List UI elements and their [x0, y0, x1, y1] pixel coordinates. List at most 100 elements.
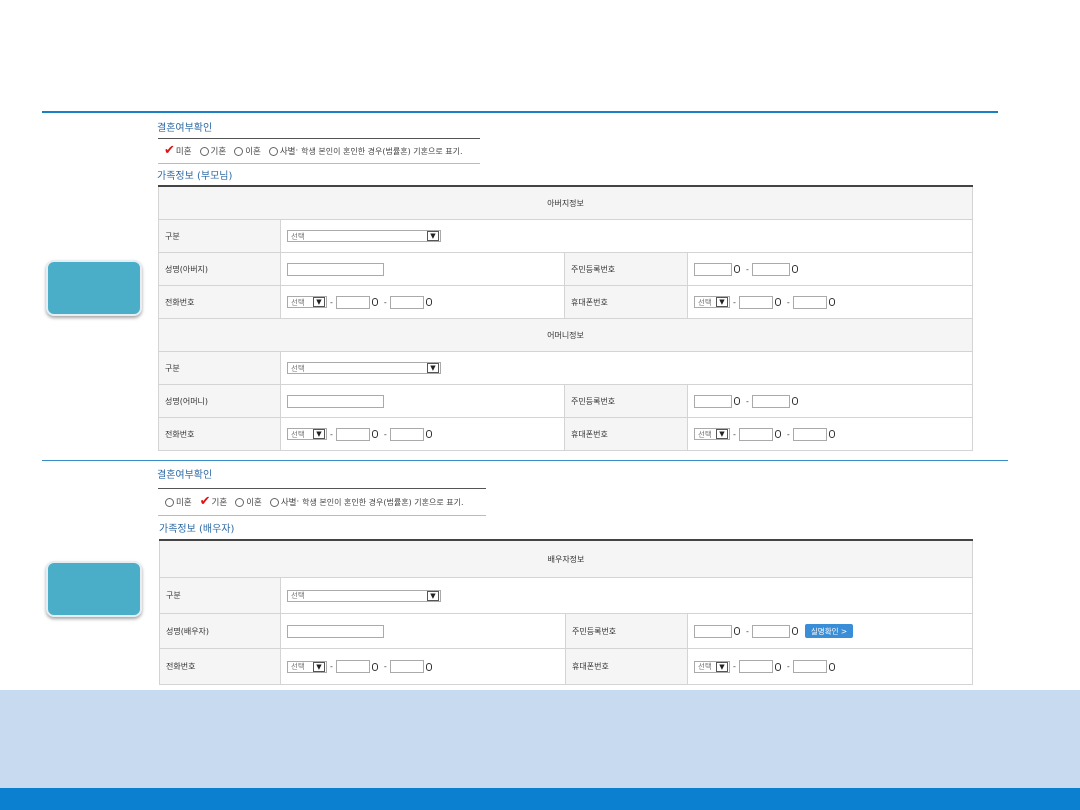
option-label: 미혼 — [176, 498, 192, 508]
label-phone: 전화번호 — [158, 285, 281, 319]
radio-icon[interactable] — [268, 146, 278, 156]
mother-mobile-mid-input[interactable] — [738, 427, 773, 441]
mother-category-select[interactable]: 선택 ▼ — [287, 362, 441, 374]
mother-rrn-front-input[interactable] — [694, 394, 732, 408]
radio-icon[interactable] — [234, 146, 244, 156]
option-single[interactable]: 미혼 — [165, 496, 192, 508]
marriage-status-title: 결혼여부확인 — [157, 470, 213, 481]
chevron-down-icon: ▼ — [427, 590, 439, 601]
radio-icon[interactable] — [235, 497, 245, 507]
spouse-rrn-back-input[interactable] — [751, 624, 790, 638]
father-rrn-back-input[interactable] — [751, 262, 790, 276]
label-rrn: 주민등록번호 — [564, 252, 688, 286]
label-father-name: 성명(아버지) — [158, 252, 281, 286]
mother-rrn-back-input[interactable] — [751, 394, 790, 408]
option-widowed[interactable]: 사별 · — [268, 145, 298, 157]
select-value: 선택 — [291, 429, 305, 439]
father-phone-area-select[interactable]: 선택 ▼ — [287, 296, 327, 308]
family-info-title: 가족정보 (배우자) — [159, 524, 235, 535]
spouse-info-header: 배우자정보 — [159, 539, 973, 578]
mouse-icon — [774, 430, 781, 438]
father-mobile-prefix-select[interactable]: 선택 ▼ — [694, 296, 730, 308]
option-label: 기혼 — [211, 498, 228, 508]
spouse-mobile-mid-input[interactable] — [738, 660, 773, 673]
mouse-icon — [734, 397, 740, 405]
label-category: 구분 — [158, 351, 281, 385]
mouse-icon — [791, 627, 798, 635]
father-rrn-front-input[interactable] — [694, 262, 732, 276]
checkmark-icon: ✔ — [164, 143, 175, 158]
verify-name-button[interactable]: 실명확인 > — [804, 624, 854, 638]
spouse-rrn-front-input[interactable] — [694, 624, 732, 638]
mouse-icon — [791, 265, 798, 273]
footer-band — [0, 690, 1080, 788]
mouse-icon — [774, 662, 781, 671]
mother-phone-last-input[interactable] — [389, 427, 424, 441]
label-mobile: 휴대폰번호 — [564, 417, 688, 451]
label-phone: 전화번호 — [159, 648, 281, 685]
option-married[interactable]: ✔ 기혼 — [200, 495, 228, 508]
label-rrn: 주민등록번호 — [564, 384, 688, 418]
spouse-name-input[interactable] — [287, 624, 384, 638]
select-value: 선택 — [291, 363, 305, 373]
chevron-down-icon: ▼ — [427, 363, 439, 373]
spouse-mobile-prefix-select[interactable]: 선택 ▼ — [694, 660, 730, 673]
option-label: 기혼 — [210, 147, 227, 157]
marriage-note: 학생 본인이 혼인한 경우(법률혼) 기혼으로 표기. — [302, 497, 464, 507]
option-label: 이혼 — [246, 498, 262, 508]
select-value: 선택 — [291, 591, 305, 600]
mouse-icon — [371, 298, 378, 306]
father-mobile-mid-input[interactable] — [738, 295, 773, 309]
option-widowed[interactable]: 사별 · — [269, 496, 299, 508]
spouse-mobile-last-input[interactable] — [792, 660, 827, 673]
select-value: 선택 — [291, 231, 305, 241]
mother-name-input[interactable] — [287, 394, 384, 408]
mother-mobile-last-input[interactable] — [792, 427, 827, 441]
mother-mobile-prefix-select[interactable]: 선택 ▼ — [694, 428, 730, 440]
radio-icon[interactable] — [165, 497, 174, 507]
select-value: 선택 — [698, 297, 712, 307]
chevron-down-icon: ▼ — [716, 429, 728, 439]
option-label: 이혼 — [245, 147, 261, 157]
mouse-icon — [734, 265, 740, 273]
select-value: 선택 — [291, 662, 305, 671]
select-value: 선택 — [291, 297, 305, 307]
mother-phone-area-select[interactable]: 선택 ▼ — [287, 428, 327, 440]
option-divorced[interactable]: 이혼 — [234, 145, 261, 157]
marriage-note: 학생 본인이 혼인한 경우(법률혼) 기혼으로 표기. — [301, 146, 463, 156]
mother-phone-mid-input[interactable] — [335, 427, 370, 441]
option-label: 사별 — [280, 498, 297, 508]
radio-icon[interactable] — [199, 146, 209, 156]
top-divider — [42, 111, 998, 113]
label-mother-name: 성명(어머니) — [158, 384, 281, 418]
mouse-icon — [791, 397, 798, 405]
option-single[interactable]: ✔ 미혼 — [164, 143, 192, 158]
father-name-input[interactable] — [287, 262, 384, 276]
label-rrn: 주민등록번호 — [565, 613, 688, 649]
label-phone: 전화번호 — [158, 417, 281, 451]
spouse-category-select[interactable]: 선택 ▼ — [287, 589, 441, 602]
side-button-spouse[interactable] — [46, 561, 142, 617]
chevron-down-icon: ▼ — [313, 661, 325, 672]
chevron-down-icon: ▼ — [716, 661, 728, 672]
option-married[interactable]: 기혼 — [199, 145, 227, 157]
spouse-phone-mid-input[interactable] — [335, 660, 370, 673]
option-divorced[interactable]: 이혼 — [235, 496, 262, 508]
option-label: 미혼 — [175, 147, 192, 157]
father-mobile-last-input[interactable] — [792, 295, 827, 309]
father-category-select[interactable]: 선택 ▼ — [287, 230, 441, 242]
father-phone-mid-input[interactable] — [335, 295, 370, 309]
mouse-icon — [774, 298, 781, 306]
spouse-phone-area-select[interactable]: 선택 ▼ — [287, 660, 327, 673]
side-button-parents[interactable] — [46, 260, 142, 316]
mouse-icon — [425, 662, 432, 671]
mouse-icon — [371, 662, 378, 671]
radio-icon[interactable] — [269, 497, 279, 507]
chevron-down-icon: ▼ — [427, 231, 439, 241]
marriage-status-title: 결혼여부확인 — [157, 123, 213, 134]
father-phone-last-input[interactable] — [389, 295, 424, 309]
spouse-phone-last-input[interactable] — [389, 660, 424, 673]
mouse-icon — [828, 298, 835, 306]
label-category: 구분 — [159, 577, 281, 614]
mouse-icon — [734, 627, 740, 635]
